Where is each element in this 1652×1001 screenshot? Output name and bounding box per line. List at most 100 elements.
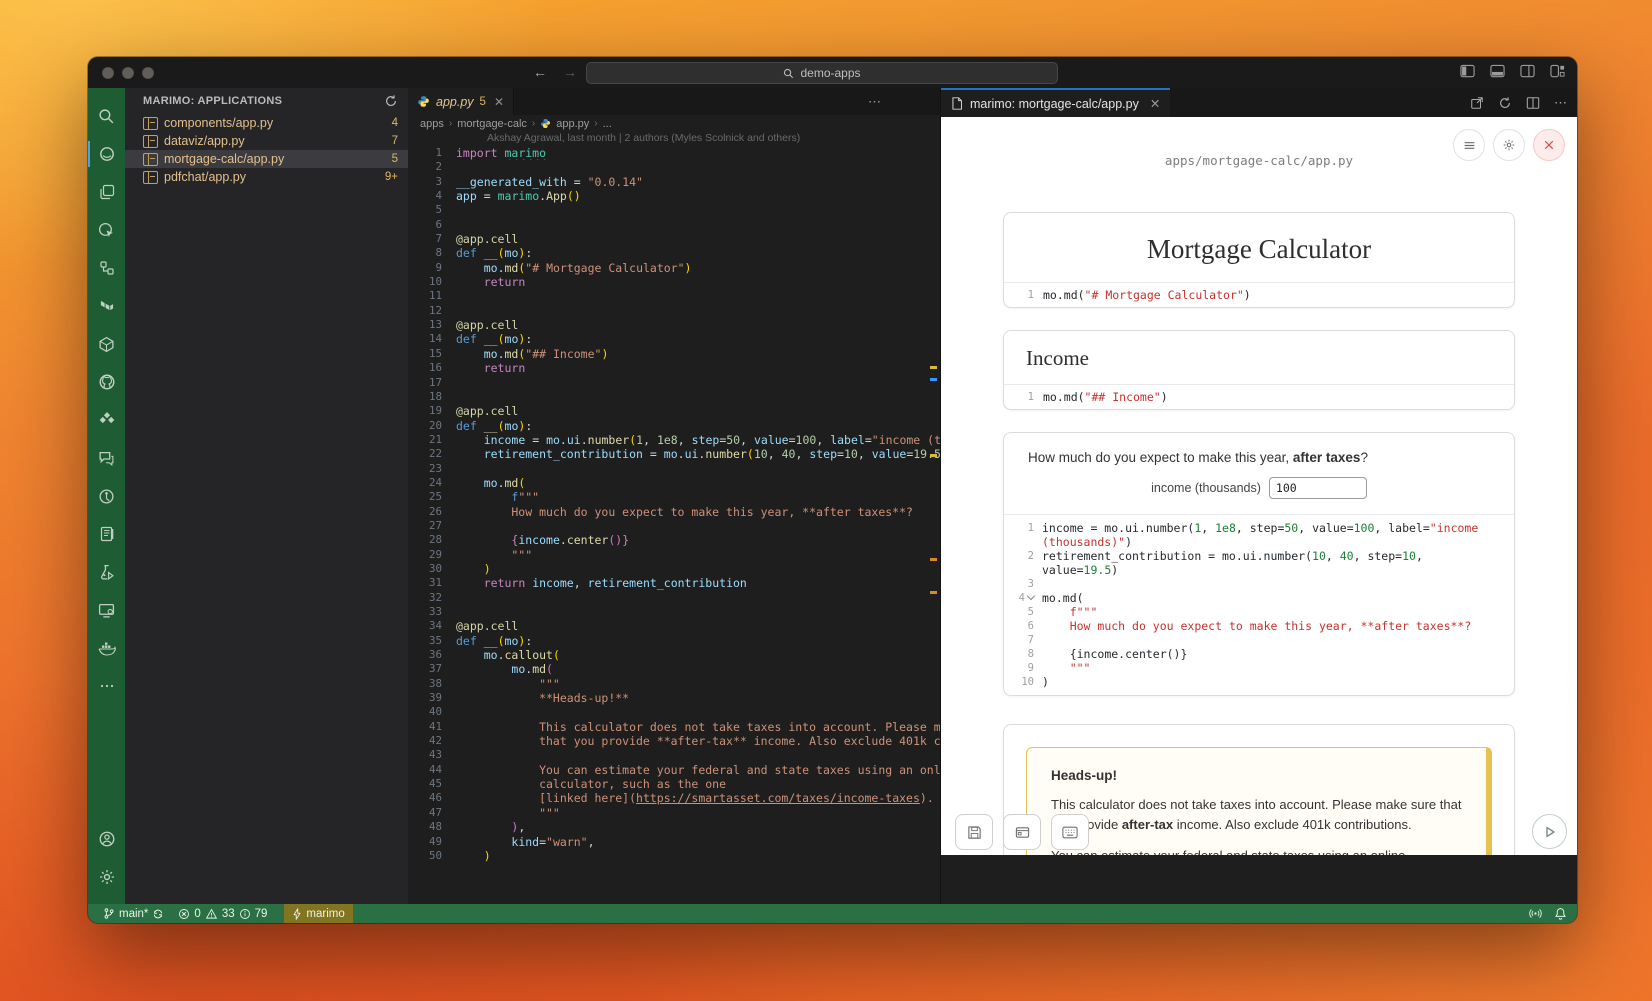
broadcast-icon[interactable] xyxy=(1529,907,1542,920)
menu-button[interactable] xyxy=(1453,129,1485,161)
git-branch-item[interactable]: main* xyxy=(98,904,169,923)
org-boxes-icon[interactable] xyxy=(88,249,125,287)
code-line: 21 income = mo.ui.number(1, 1e8, step=50… xyxy=(408,433,940,447)
tab-close-icon[interactable]: ✕ xyxy=(1150,96,1160,111)
comments-icon[interactable] xyxy=(88,439,125,477)
code-line: 34@app.cell xyxy=(408,619,940,633)
marimo-status-item[interactable]: marimo xyxy=(284,904,352,923)
code-line: 6 xyxy=(408,218,940,232)
nav-forward-icon[interactable]: → xyxy=(563,63,577,81)
traffic-light-minimize[interactable] xyxy=(122,67,134,79)
code-line: 6 How much do you expect to make this ye… xyxy=(1004,619,1514,633)
cell-code[interactable]: mo.md("# Mortgage Calculator") xyxy=(1043,288,1251,302)
nav-back-icon[interactable]: ← xyxy=(533,63,547,81)
code-line: 43 xyxy=(408,748,940,762)
tab-app-py[interactable]: app.py 5 ✕ xyxy=(408,88,514,115)
marimo-preview: apps/mortgage-calc/app.py Mortgage Calcu… xyxy=(941,117,1577,855)
cell-code[interactable]: mo.md("## Income") xyxy=(1043,390,1168,404)
code-line: 25 f""" xyxy=(408,490,940,504)
sidebar-title: MARIMO: APPLICATIONS xyxy=(143,95,282,107)
split-editor-icon[interactable] xyxy=(1526,96,1540,110)
code-line: 10) xyxy=(1004,675,1514,689)
warning-count: 33 xyxy=(222,908,235,920)
code-line: 42 that you provide **after-tax** income… xyxy=(408,734,940,748)
tab-close-icon[interactable]: ✕ xyxy=(494,95,504,109)
ruler-mark-info xyxy=(930,378,937,381)
cell-count-badge: 9+ xyxy=(385,171,398,183)
account-icon[interactable] xyxy=(88,820,125,858)
webview-editor-group: marimo: mortgage-calc/app.py ✕ ⋯ apps/mo… xyxy=(941,88,1577,904)
code-line: 50 ) xyxy=(408,849,940,863)
pages-icon[interactable] xyxy=(88,173,125,211)
save-button[interactable] xyxy=(955,814,993,850)
cell-count-badge: 5 xyxy=(392,153,398,165)
github-icon[interactable] xyxy=(88,363,125,401)
workspace-title: demo-apps xyxy=(800,66,860,80)
code-line: 4app = marimo.App() xyxy=(408,189,940,203)
tab-label: app.py xyxy=(436,95,474,109)
package-cube-icon[interactable] xyxy=(88,325,125,363)
code-line: 48 ), xyxy=(408,820,940,834)
toggle-secondary-sidebar-icon[interactable] xyxy=(1520,64,1535,78)
breadcrumb-more[interactable]: ... xyxy=(603,118,612,130)
editor-group: app.py 5 ✕ ⋯ apps› mortgage-calc› app.py… xyxy=(408,88,941,904)
tab-overflow-icon[interactable]: ⋯ xyxy=(868,94,882,110)
breadcrumb[interactable]: apps› mortgage-calc› app.py› ... xyxy=(408,115,940,132)
tests-icon[interactable] xyxy=(88,553,125,591)
breadcrumb-app-py[interactable]: app.py xyxy=(556,118,589,130)
tab-marimo-webview[interactable]: marimo: mortgage-calc/app.py ✕ xyxy=(941,88,1170,117)
file-row[interactable]: mortgage-calc/app.py5 xyxy=(125,150,408,168)
files-button[interactable] xyxy=(1003,814,1041,850)
applications-file-list: components/app.py4dataviz/app.py7mortgag… xyxy=(125,114,408,186)
code-line: 9 """ xyxy=(1004,661,1514,675)
keyboard-shortcuts-button[interactable] xyxy=(1051,814,1089,850)
code-line: 49 kind="warn", xyxy=(408,835,940,849)
docker-icon[interactable] xyxy=(88,629,125,667)
open-external-icon[interactable] xyxy=(1470,96,1484,110)
fold-chevron-icon[interactable] xyxy=(1027,592,1035,600)
code-editor[interactable]: 1import marimo23__generated_with = "0.0.… xyxy=(408,146,940,904)
diamonds-icon[interactable] xyxy=(88,401,125,439)
overview-ruler[interactable] xyxy=(926,88,940,904)
more-actions-icon[interactable]: ⋯ xyxy=(1554,95,1567,111)
line-number: 1 xyxy=(1004,391,1043,403)
errors-icon xyxy=(178,908,190,920)
app-settings-button[interactable] xyxy=(1493,129,1525,161)
reload-icon[interactable] xyxy=(1498,96,1512,110)
income-question: How much do you expect to make this year… xyxy=(1004,433,1514,465)
breadcrumb-apps[interactable]: apps xyxy=(420,118,444,130)
command-center[interactable]: demo-apps xyxy=(586,62,1058,84)
customize-layout-icon[interactable] xyxy=(1550,64,1565,78)
code-line: 22 retirement_contribution = mo.ui.numbe… xyxy=(408,447,940,461)
toggle-panel-icon[interactable] xyxy=(1490,64,1505,78)
traffic-light-zoom[interactable] xyxy=(142,67,154,79)
refresh-icon[interactable] xyxy=(384,94,398,108)
activity-bar xyxy=(88,88,125,904)
problems-item[interactable]: 0 33 79 xyxy=(173,904,272,923)
notebook-icon[interactable] xyxy=(88,515,125,553)
run-app-button[interactable] xyxy=(1532,814,1567,849)
income-input[interactable] xyxy=(1269,477,1367,499)
file-row[interactable]: dataviz/app.py7 xyxy=(125,132,408,150)
search-icon[interactable] xyxy=(88,97,125,135)
terraform-icon[interactable] xyxy=(88,287,125,325)
traffic-light-close[interactable] xyxy=(102,67,114,79)
run-inspect-icon[interactable] xyxy=(88,211,125,249)
income-input-label: income (thousands) xyxy=(1151,481,1261,495)
toggle-primary-sidebar-icon[interactable] xyxy=(1460,64,1475,78)
file-row[interactable]: components/app.py4 xyxy=(125,114,408,132)
file-row[interactable]: pdfchat/app.py9+ xyxy=(125,168,408,186)
run-circle-icon[interactable] xyxy=(88,477,125,515)
marimo-icon[interactable] xyxy=(88,135,125,173)
remote-screen-icon[interactable] xyxy=(88,591,125,629)
settings-gear-icon[interactable] xyxy=(88,858,125,896)
cell-code-block[interactable]: 1income = mo.ui.number(1, 1e8, step=50, … xyxy=(1004,514,1514,695)
notifications-bell-icon[interactable] xyxy=(1554,907,1567,920)
code-line: 2retirement_contribution = mo.ui.number(… xyxy=(1004,549,1514,577)
more-icon[interactable] xyxy=(88,667,125,705)
code-line: 10 return xyxy=(408,275,940,289)
code-line: 30 ) xyxy=(408,562,940,576)
breadcrumb-mortgage-calc[interactable]: mortgage-calc xyxy=(457,118,527,130)
code-line: 26 How much do you expect to make this y… xyxy=(408,505,940,519)
shutdown-button[interactable] xyxy=(1533,129,1565,161)
